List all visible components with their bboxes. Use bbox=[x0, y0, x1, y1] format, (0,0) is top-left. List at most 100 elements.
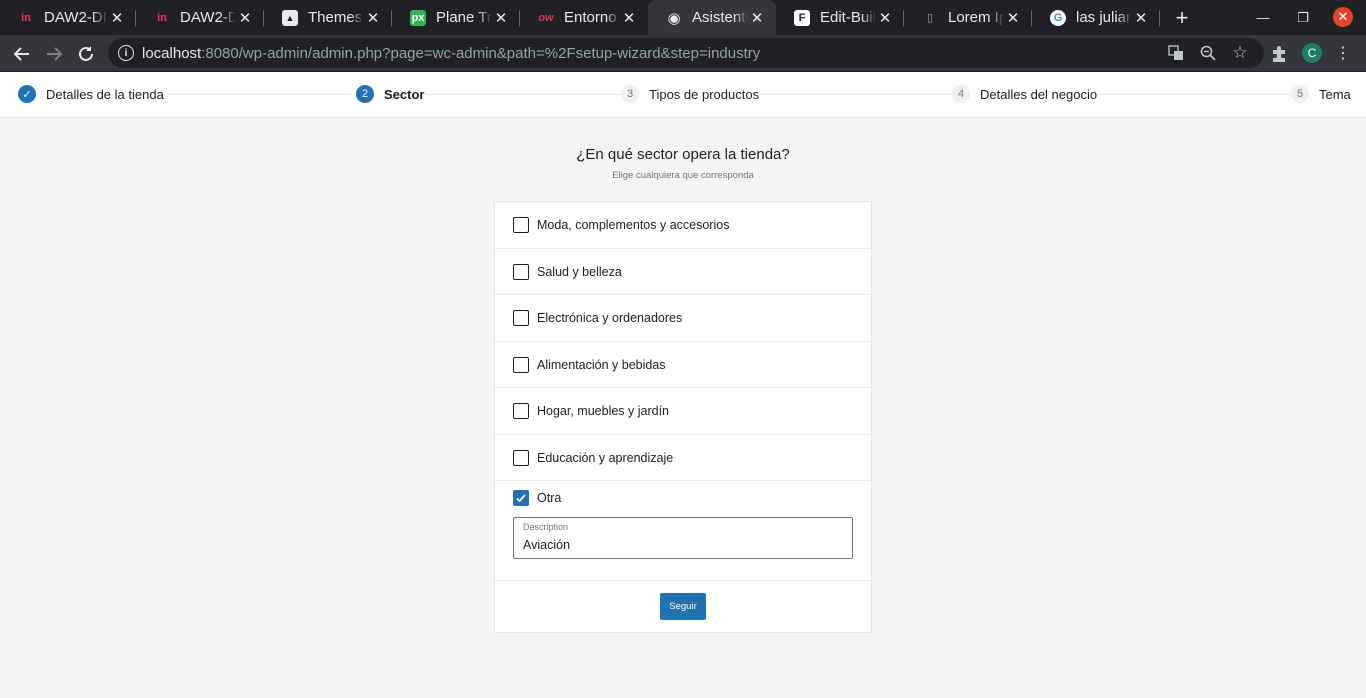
document-icon: ▯ bbox=[926, 12, 934, 24]
close-tab-icon[interactable]: ✕ bbox=[1004, 9, 1022, 27]
back-button[interactable] bbox=[8, 40, 36, 68]
checkbox[interactable] bbox=[513, 263, 529, 280]
bookmark-star-icon[interactable]: ☆ bbox=[1232, 43, 1248, 62]
close-tab-icon[interactable]: ✕ bbox=[876, 9, 894, 27]
new-tab-button[interactable]: + bbox=[1170, 5, 1194, 30]
close-tab-icon[interactable]: ✕ bbox=[108, 9, 126, 27]
browser-tab[interactable]: ow Entorno d ✕ bbox=[520, 0, 648, 35]
browser-tab[interactable]: px Plane Trip ✕ bbox=[392, 0, 520, 35]
browser-tab-active[interactable]: ◉ Asistente ✕ bbox=[648, 0, 776, 35]
industry-option[interactable]: Moda, complementos y accesorios bbox=[495, 202, 871, 249]
checkbox[interactable] bbox=[513, 403, 529, 419]
pixlr-icon: px bbox=[410, 9, 426, 26]
option-label: Alimentación y bebidas bbox=[537, 357, 666, 372]
close-tab-icon[interactable]: ✕ bbox=[748, 9, 766, 27]
option-label: Electrónica y ordenadores bbox=[537, 311, 683, 325]
invision-icon: in bbox=[157, 11, 167, 24]
tab-title: Plane Trip bbox=[436, 9, 492, 26]
close-tab-icon[interactable]: ✕ bbox=[1132, 9, 1150, 27]
industry-option[interactable]: Salud y belleza bbox=[495, 249, 871, 295]
close-tab-icon[interactable]: ✕ bbox=[236, 9, 254, 27]
checkbox[interactable] bbox=[513, 310, 529, 326]
step-label: Tipos de productos bbox=[649, 86, 760, 102]
browser-tab[interactable]: in DAW2-DI ✕ bbox=[136, 0, 264, 35]
description-input[interactable] bbox=[523, 538, 843, 552]
continue-button[interactable]: Seguir bbox=[660, 593, 706, 620]
checkbox[interactable] bbox=[513, 356, 529, 373]
tab-title: Asistente bbox=[692, 9, 748, 26]
description-label: Description bbox=[523, 522, 569, 532]
restore-window-button[interactable]: ❐ bbox=[1283, 0, 1323, 35]
arrow-right-icon bbox=[47, 47, 63, 61]
translate-icon[interactable] bbox=[1168, 45, 1184, 61]
step-connector bbox=[757, 94, 954, 95]
reload-button[interactable] bbox=[72, 40, 100, 68]
google-icon: G bbox=[1050, 9, 1066, 26]
tab-title: DAW2-DI bbox=[180, 9, 236, 26]
invision-icon: in bbox=[18, 9, 34, 26]
arrow-left-icon bbox=[13, 47, 29, 61]
step-number: 2 bbox=[356, 85, 374, 103]
option-label: Salud y belleza bbox=[537, 264, 622, 279]
browser-toolbar: i localhost:8080/wp-admin/admin.php?page… bbox=[0, 35, 1366, 72]
forward-button[interactable] bbox=[40, 40, 68, 68]
tab-separator bbox=[1159, 10, 1160, 26]
setup-wizard-stepper: ✓ Detalles de la tienda 2 Sector 3 Tipos… bbox=[0, 72, 1366, 118]
address-bar[interactable]: i localhost:8080/wp-admin/admin.php?page… bbox=[108, 38, 1264, 68]
profile-avatar[interactable]: C bbox=[1302, 43, 1322, 63]
url-text[interactable]: localhost:8080/wp-admin/admin.php?page=w… bbox=[142, 45, 760, 62]
image-icon: ▲ bbox=[282, 9, 298, 26]
step-connector bbox=[425, 94, 622, 95]
tab-title: las julian bbox=[1076, 9, 1132, 26]
extensions-icon[interactable] bbox=[1269, 44, 1289, 64]
step-store-details[interactable]: ✓ Detalles de la tienda bbox=[18, 85, 164, 103]
step-number: 4 bbox=[952, 85, 970, 103]
step-label: Tema bbox=[1319, 86, 1351, 102]
browser-tab[interactable]: ▲ Themes C ✕ bbox=[264, 0, 392, 35]
browser-tab[interactable]: G las julian ✕ bbox=[1032, 0, 1160, 35]
step-business-details[interactable]: 4 Detalles del negocio bbox=[952, 85, 1098, 103]
close-tab-icon[interactable]: ✕ bbox=[620, 9, 638, 27]
option-label: Educación y aprendizaje bbox=[537, 450, 674, 465]
step-label: Sector bbox=[384, 86, 425, 102]
close-tab-icon[interactable]: ✕ bbox=[492, 9, 510, 27]
reload-icon bbox=[79, 46, 93, 61]
step-product-types[interactable]: 3 Tipos de productos bbox=[621, 85, 760, 103]
description-field[interactable]: Description bbox=[513, 517, 853, 559]
zoom-icon[interactable] bbox=[1200, 45, 1216, 61]
url-path: :8080/wp-admin/admin.php?page=wc-admin&p… bbox=[201, 45, 761, 62]
step-connector bbox=[160, 94, 356, 95]
tab-title: Entorno d bbox=[564, 9, 620, 26]
option-label: Hogar, muebles y jardín bbox=[537, 404, 670, 418]
url-host: localhost bbox=[142, 45, 202, 62]
industry-option[interactable]: Electrónica y ordenadores bbox=[495, 295, 871, 342]
close-tab-icon[interactable]: ✕ bbox=[364, 9, 382, 27]
tab-title: DAW2-DI bbox=[44, 9, 107, 26]
step-industry[interactable]: 2 Sector bbox=[356, 85, 425, 103]
browser-tab-strip: in DAW2-DI ✕ in DAW2-DI ✕ ▲ Themes C ✕ p… bbox=[0, 0, 1366, 35]
step-theme[interactable]: 5 Tema bbox=[1291, 85, 1351, 103]
browser-tab[interactable]: in DAW2-DI ✕ bbox=[0, 0, 136, 35]
tab-title: Lorem Ips bbox=[948, 9, 1004, 26]
page-subtitle: Elige cualquiera que corresponda bbox=[612, 170, 754, 181]
close-window-button[interactable]: ✕ bbox=[1333, 7, 1353, 27]
industry-option-other[interactable]: Otra bbox=[495, 481, 871, 515]
entorno-icon: ow bbox=[538, 11, 554, 24]
industry-option[interactable]: Hogar, muebles y jardín bbox=[495, 388, 871, 435]
browser-tab[interactable]: ▯ Lorem Ips ✕ bbox=[904, 0, 1032, 35]
checkbox[interactable] bbox=[513, 449, 529, 466]
step-number: 5 bbox=[1291, 85, 1309, 103]
step-label: Detalles del negocio bbox=[980, 86, 1098, 102]
industry-option[interactable]: Alimentación y bebidas bbox=[495, 342, 871, 388]
info-icon[interactable]: i bbox=[118, 45, 134, 61]
option-label: Moda, complementos y accesorios bbox=[537, 218, 730, 232]
checkbox-checked[interactable] bbox=[513, 490, 529, 506]
industry-option[interactable]: Educación y aprendizaje bbox=[495, 435, 871, 481]
browser-tab[interactable]: F Edit-Build ✕ bbox=[776, 0, 904, 35]
minimize-window-button[interactable]: — bbox=[1243, 0, 1283, 35]
checkbox[interactable] bbox=[513, 217, 529, 233]
page-title: ¿En qué sector opera la tienda? bbox=[576, 146, 790, 163]
menu-kebab-icon[interactable]: ⋮ bbox=[1333, 43, 1353, 63]
step-number: 3 bbox=[621, 85, 639, 103]
globe-icon: ◉ bbox=[667, 9, 681, 27]
